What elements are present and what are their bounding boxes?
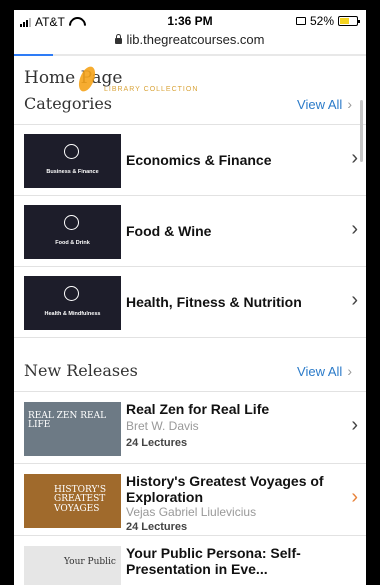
category-thumbnail: Health & Mindfulness [24,276,121,330]
new-releases-view-all-link[interactable]: View All [297,363,352,379]
chevron-right-icon: › [351,414,358,436]
release-row-public-persona[interactable]: Your Public Your Public Persona: Self-Pr… [14,535,366,585]
course-thumbnail: Your Public [24,546,121,585]
course-thumbnail: REAL ZEN REAL LIFE [24,402,121,456]
course-title: Real Zen for Real Life [126,401,270,417]
screen-mirror-icon [295,17,306,25]
chart-icon [64,144,79,159]
category-thumbnail: Food & Drink [24,205,121,259]
category-row-food-wine[interactable]: Food & Drink Food & Wine › [14,195,366,266]
category-name: Food & Wine [126,223,212,239]
status-bar: AT&T 1:36 PM 52% [14,10,366,32]
url-text[interactable]: lib.thegreatcourses.com [126,32,264,47]
category-name: Economics & Finance [126,152,272,168]
thumbnail-caption: Food & Drink [55,240,90,246]
course-lectures: 24 Lectures [126,521,188,533]
chevron-right-icon: › [351,147,358,169]
category-thumbnail: Business & Finance [24,134,121,188]
thumbnail-caption: Health & Mindfulness [44,311,101,317]
category-row-economics[interactable]: Business & Finance Economics & Finance › [14,124,366,195]
chevron-right-icon: › [351,289,358,311]
status-right: 52% [295,14,360,28]
address-bar[interactable]: lib.thegreatcourses.com [14,32,366,54]
thumbnail-text: HISTORY'S GREATEST VOYAGES [54,485,107,514]
heart-icon [64,286,79,301]
course-title: History's Greatest Voyages of Exploratio… [126,473,324,506]
chevron-right-icon: › [351,486,358,508]
category-row-health[interactable]: Health & Mindfulness Health, Fitness & N… [14,266,366,337]
wine-glass-icon [64,215,79,230]
category-name: Health, Fitness & Nutrition [126,294,302,310]
phone-screen: AT&T 1:36 PM 52% lib.thegreatcourses.com… [14,10,366,585]
battery-icon [338,16,360,26]
thumbnail-caption: Business & Finance [46,169,99,175]
scrollbar[interactable] [360,100,363,162]
new-releases-title: New Releases [24,361,138,380]
course-title: Your Public Persona: Self-Presentation i… [126,545,301,578]
new-releases-header: New Releases View All [14,353,366,391]
chevron-right-icon: › [351,218,358,240]
page-title[interactable]: Home Page [24,68,122,88]
categories-view-all-link[interactable]: View All [297,96,352,112]
thumbnail-text: REAL ZEN REAL LIFE [28,411,107,431]
lock-icon [115,34,123,44]
battery-percent: 52% [309,14,334,28]
release-row-real-zen[interactable]: REAL ZEN REAL LIFE Real Zen for Real Lif… [14,391,366,463]
course-author: Vejas Gabriel Liulevicius [126,505,257,519]
course-thumbnail: HISTORY'S GREATEST VOYAGES [24,474,121,528]
thumbnail-text: Your Public [64,557,116,567]
battery-fill [340,18,349,24]
course-author: Bret W. Davis [126,419,199,433]
categories-header: Categories View All [14,86,366,124]
course-lectures: 24 Lectures [126,437,188,449]
release-row-voyages[interactable]: HISTORY'S GREATEST VOYAGES History's Gre… [14,463,366,535]
categories-title: Categories [24,94,112,113]
